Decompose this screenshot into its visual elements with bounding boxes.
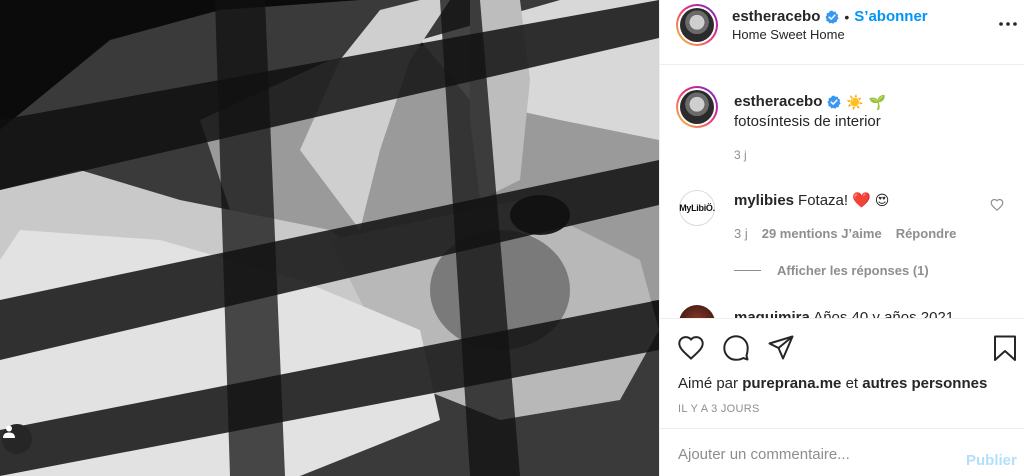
- heart-eyes-emoji: 😍: [874, 192, 890, 208]
- user-tag-icon: [3, 425, 15, 438]
- publish-button[interactable]: Publier: [966, 452, 1017, 469]
- post-header: estheracebo • S’abonner Home Sweet Home: [660, 0, 1024, 65]
- reply-button[interactable]: Répondre: [896, 226, 957, 241]
- comment-username[interactable]: maquimira: [734, 309, 810, 318]
- sun-emoji: ☀️: [846, 93, 864, 110]
- comment-meta: 3 j 29 mentions J’aime Répondre: [734, 226, 956, 241]
- view-replies-button[interactable]: Afficher les réponses (1): [734, 263, 929, 278]
- post-actions: Aimé par pureprana.me et autres personne…: [660, 318, 1024, 428]
- separator-dot: •: [844, 8, 850, 25]
- comment-text: Años 40 y años 2021: [813, 309, 955, 318]
- likes-summary: Aimé par pureprana.me et autres personne…: [678, 375, 987, 392]
- comment-likes[interactable]: 29 mentions J’aime: [762, 226, 882, 241]
- likes-first-user[interactable]: pureprana.me: [742, 375, 841, 392]
- follow-button[interactable]: S’abonner: [854, 8, 927, 25]
- comment-time[interactable]: 3 j: [734, 226, 748, 241]
- replies-divider: [734, 270, 761, 271]
- caption-username[interactable]: estheracebo: [734, 93, 822, 110]
- author-avatar[interactable]: [676, 4, 718, 46]
- likes-others[interactable]: autres personnes: [862, 375, 987, 392]
- post-timestamp[interactable]: IL Y A 3 JOURS: [678, 403, 760, 415]
- view-replies-label: Afficher les réponses (1): [777, 263, 929, 278]
- more-horizontal-icon[interactable]: [998, 14, 1018, 34]
- comment-avatar[interactable]: [679, 305, 715, 318]
- likes-prefix: Aimé par: [678, 375, 739, 392]
- post-side-panel: estheracebo • S’abonner Home Sweet Home …: [659, 0, 1024, 476]
- caption-author-line: estheracebo ☀️ 🌱: [734, 93, 886, 110]
- likes-and: et: [845, 375, 859, 392]
- verified-badge-icon: [825, 10, 839, 24]
- comments-list[interactable]: estheracebo ☀️ 🌱 fotosíntesis de interio…: [660, 66, 1024, 318]
- post-image: [0, 0, 659, 476]
- seedling-emoji: 🌱: [868, 93, 887, 110]
- bookmark-icon[interactable]: [991, 334, 1019, 362]
- author-username[interactable]: estheracebo: [732, 8, 820, 25]
- red-heart-emoji: ❤️: [852, 192, 871, 209]
- comment-input[interactable]: [678, 443, 948, 465]
- user-tag-button[interactable]: [2, 424, 32, 454]
- caption-text: fotosíntesis de interior: [734, 113, 881, 130]
- caption-avatar[interactable]: [676, 86, 718, 128]
- paper-plane-icon[interactable]: [767, 334, 795, 362]
- verified-badge-icon: [827, 95, 841, 109]
- comment-text: Fotaza!: [798, 191, 849, 209]
- comment-line: mylibies Fotaza! ❤️ 😍: [734, 191, 890, 210]
- post-location[interactable]: Home Sweet Home: [732, 27, 845, 42]
- author-line: estheracebo • S’abonner: [732, 8, 928, 25]
- comment-bubble-icon[interactable]: [722, 334, 750, 362]
- comment-line: maquimira Años 40 y años 2021: [734, 309, 954, 318]
- heart-icon[interactable]: [677, 334, 705, 362]
- comment-username[interactable]: mylibies: [734, 192, 794, 209]
- caption-time[interactable]: 3 j: [734, 148, 747, 162]
- comment-like-heart-icon[interactable]: [990, 198, 1004, 212]
- add-comment-bar: Publier: [660, 428, 1024, 476]
- comment-avatar[interactable]: MyLibiÖ.: [679, 190, 715, 226]
- post-photo[interactable]: [0, 0, 659, 476]
